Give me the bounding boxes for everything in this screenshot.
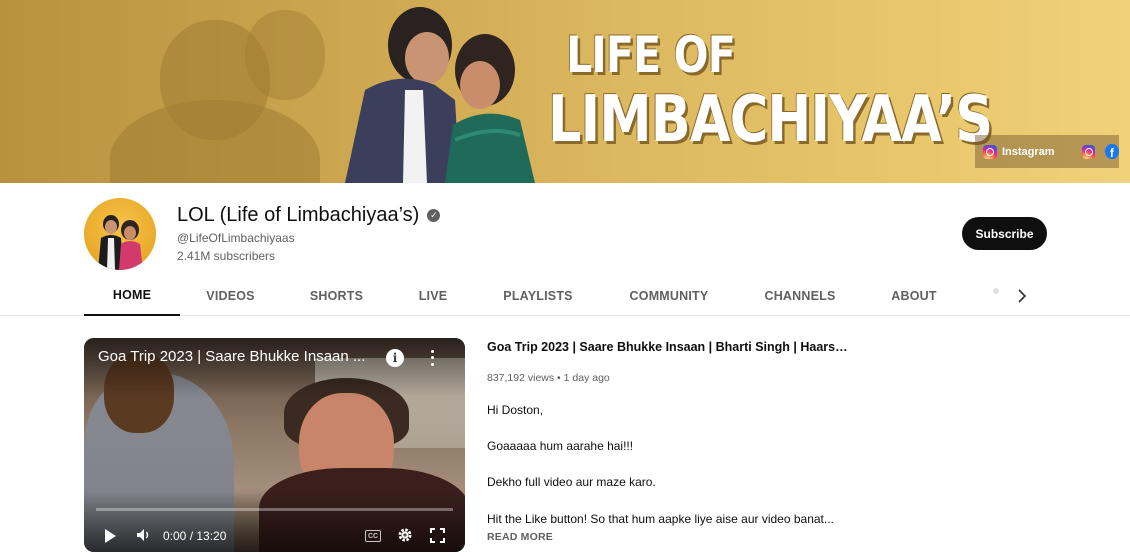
channel-name: LOL (Life of Limbachiyaa’s) ✓ <box>177 204 441 227</box>
description-line: Hit the Like button! So that hum aapke l… <box>487 512 834 526</box>
tab-videos[interactable]: VIDEOS <box>192 276 269 316</box>
channel-banner: LIFE OF LIMBACHIYAA’S Instagram f <box>0 0 1130 183</box>
video-time: 0:00 / 13:20 <box>163 529 227 543</box>
featured-video-meta: 837,192 views • 1 day ago <box>487 372 610 384</box>
banner-couple-image <box>345 7 535 183</box>
avatar-image <box>98 215 143 270</box>
featured-video-title[interactable]: Goa Trip 2023 | Saare Bhukke Insaan | Bh… <box>487 340 852 354</box>
captions-icon[interactable]: CC <box>365 530 381 542</box>
featured-video-player[interactable]: Goa Trip 2023 | Saare Bhukke Insaan ... … <box>84 338 465 552</box>
read-more-link[interactable]: READ MORE <box>487 531 553 543</box>
banner-silhouette <box>110 100 320 183</box>
subscriber-count: 2.41M subscribers <box>177 249 276 263</box>
tab-live[interactable]: LIVE <box>404 276 462 316</box>
info-icon[interactable]: i <box>386 349 404 367</box>
subscribe-button[interactable]: Subscribe <box>962 217 1047 250</box>
banner-title-line1: LIFE OF <box>566 26 736 84</box>
instagram-icon[interactable] <box>1081 144 1095 159</box>
channel-tabs: HOME VIDEOS SHORTS LIVE PLAYLISTS COMMUN… <box>0 276 1130 316</box>
tab-shorts[interactable]: SHORTS <box>298 276 375 316</box>
channel-handle: @LifeOfLimbachiyaas <box>177 231 295 245</box>
banner-social-links: Instagram f <box>975 135 1119 168</box>
play-icon[interactable] <box>105 529 116 543</box>
instagram-link-label: Instagram <box>1002 145 1055 158</box>
fullscreen-icon[interactable] <box>430 528 445 543</box>
channel-name-text: LOL (Life of Limbachiyaa’s) <box>177 204 420 226</box>
description-line: Dekho full video aur maze karo. <box>487 475 656 489</box>
tab-search-icon[interactable] <box>993 288 999 294</box>
instagram-link[interactable]: Instagram <box>983 144 1055 159</box>
tab-playlists[interactable]: PLAYLISTS <box>494 276 582 316</box>
more-vert-icon[interactable] <box>426 348 438 368</box>
tab-home[interactable]: HOME <box>84 276 180 316</box>
tab-community[interactable]: COMMUNITY <box>618 276 720 316</box>
channel-avatar[interactable] <box>84 198 156 270</box>
settings-icon[interactable] <box>397 527 413 543</box>
video-top-gradient <box>84 338 465 398</box>
volume-icon[interactable] <box>136 528 152 542</box>
description-line: Goaaaaa hum aarahe hai!!! <box>487 439 634 453</box>
video-controls: 0:00 / 13:20 CC <box>84 524 465 548</box>
chevron-right-icon[interactable] <box>1012 284 1032 308</box>
description-line: Hi Doston, <box>487 403 544 417</box>
video-progress-bar[interactable] <box>96 508 453 511</box>
tab-about[interactable]: ABOUT <box>882 276 946 316</box>
facebook-icon[interactable]: f <box>1104 144 1119 159</box>
banner-title-line2: LIMBACHIYAA’S <box>548 83 993 157</box>
banner-title: LIFE OF LIMBACHIYAA’S <box>548 30 993 157</box>
video-player-title[interactable]: Goa Trip 2023 | Saare Bhukke Insaan ... <box>98 348 378 365</box>
instagram-icon <box>983 144 997 159</box>
verified-icon: ✓ <box>427 209 441 222</box>
tab-channels[interactable]: CHANNELS <box>754 276 846 316</box>
